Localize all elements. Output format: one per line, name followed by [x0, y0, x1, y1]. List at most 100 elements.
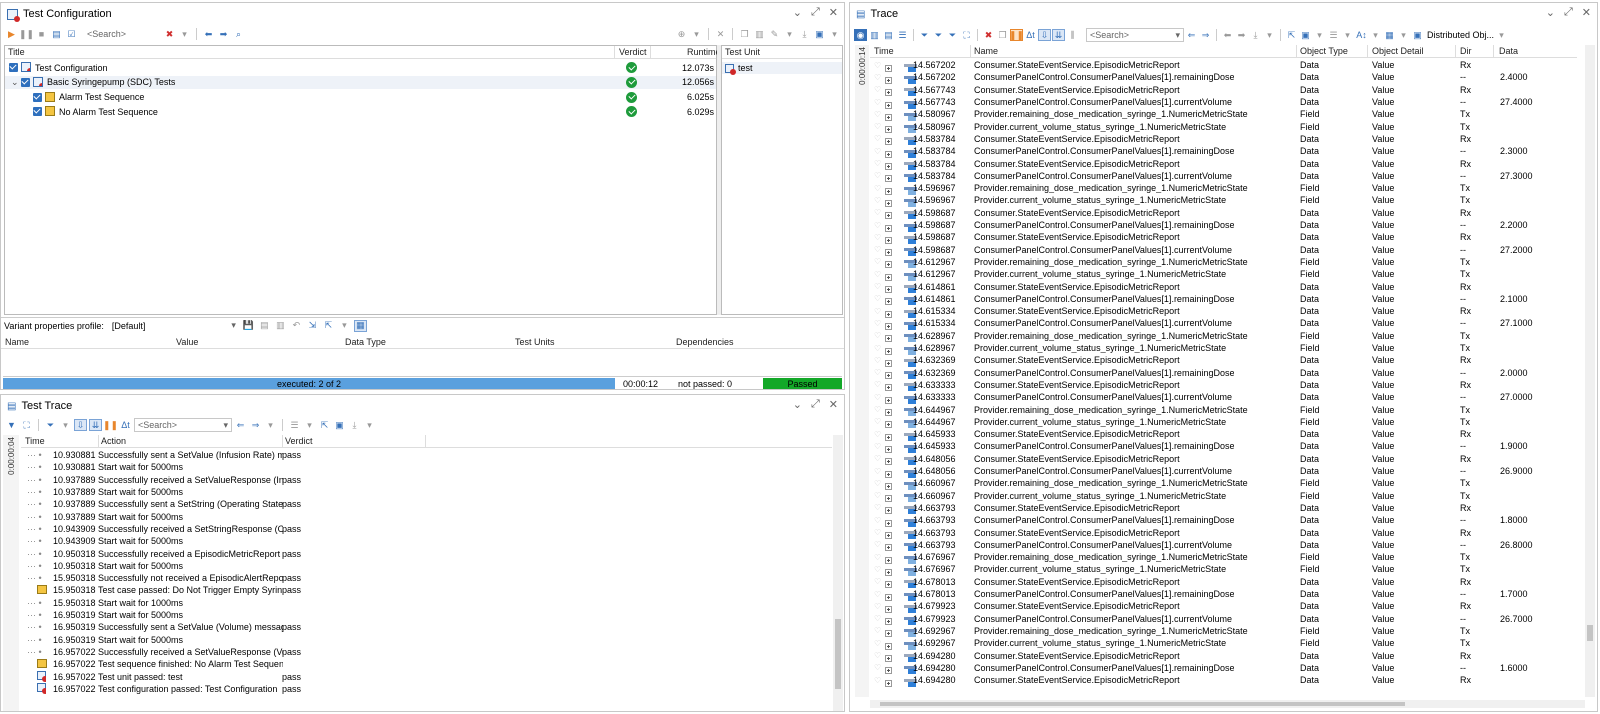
- download-icon[interactable]: ⤓: [798, 28, 811, 40]
- trace-row[interactable]: ♡ 14.615334 Consumer.StateEventService.Epi…: [870, 305, 1577, 318]
- variant-column-dependencies[interactable]: Dependencies: [676, 337, 734, 347]
- bookmark-heart-icon[interactable]: ♡: [874, 134, 881, 143]
- test-trace-row[interactable]: 16.957022 Test configuration passed: Test…: [21, 683, 832, 695]
- bookmark-heart-icon[interactable]: ♡: [874, 307, 881, 316]
- test-trace-row[interactable]: ··· • 16.950319 Successfully sent a SetVal…: [21, 621, 832, 633]
- test-trace-row[interactable]: ··· • 10.930881 Successfully sent a SetVal…: [21, 449, 832, 461]
- row-checkbox[interactable]: [33, 92, 42, 102]
- find-previous-icon[interactable]: ⇐: [234, 419, 247, 431]
- trace-row[interactable]: ♡ 14.678013 ConsumerPanelControl.ConsumerP…: [870, 588, 1577, 601]
- test-trace-row[interactable]: ··· • 10.930881 Start wait for 5000ms: [21, 461, 832, 473]
- chevron-down-icon[interactable]: ▾: [178, 28, 191, 40]
- variant-column-test-units[interactable]: Test Units: [515, 337, 555, 347]
- trace-row[interactable]: ♡ 14.583784 Consumer.StateEventService.Epi…: [870, 133, 1577, 146]
- trace-row[interactable]: ♡ 14.615334 ConsumerPanelControl.ConsumerP…: [870, 317, 1577, 330]
- row-checkbox[interactable]: [33, 107, 42, 117]
- trace-row[interactable]: ♡ 14.614861 ConsumerPanelControl.ConsumerP…: [870, 293, 1577, 306]
- bookmark-heart-icon[interactable]: ♡: [874, 368, 881, 377]
- test-trace-search-input[interactable]: <Search> ▾: [134, 418, 232, 432]
- test-trace-scrollbar-thumb[interactable]: [835, 619, 841, 689]
- column-dir[interactable]: Dir: [1460, 46, 1472, 56]
- trace-row[interactable]: ♡ 14.612967 Provider.remaining_dose_medica…: [870, 256, 1577, 269]
- chevron-down-icon[interactable]: ▾: [338, 320, 351, 332]
- layout-icon[interactable]: ▣: [333, 419, 346, 431]
- trace-row[interactable]: ♡ 14.583784 ConsumerPanelControl.ConsumerP…: [870, 145, 1577, 158]
- column-data[interactable]: Data: [1499, 46, 1518, 56]
- autoscroll-icon[interactable]: ⇊: [1052, 29, 1065, 41]
- trace-row[interactable]: ♡ 14.679923 ConsumerPanelControl.ConsumerP…: [870, 613, 1577, 626]
- trace-row[interactable]: ♡ 14.567743 ConsumerPanelControl.ConsumerP…: [870, 96, 1577, 109]
- bookmark-heart-icon[interactable]: ♡: [874, 294, 881, 303]
- column-object-detail[interactable]: Object Detail: [1372, 46, 1424, 56]
- close-icon[interactable]: ✕: [829, 6, 838, 19]
- bookmark-heart-icon[interactable]: ♡: [874, 184, 881, 193]
- trace-row[interactable]: ♡ 14.678013 Consumer.StateEventService.Epi…: [870, 576, 1577, 589]
- trace-row[interactable]: ♡ 14.583784 ConsumerPanelControl.ConsumerP…: [870, 170, 1577, 183]
- funnel-icon[interactable]: ⏷: [44, 419, 57, 431]
- trace-row[interactable]: ♡ 14.633333 Consumer.StateEventService.Epi…: [870, 379, 1577, 392]
- trace-row[interactable]: ♡ 14.612967 Provider.current_volume_status…: [870, 268, 1577, 281]
- column-verdict[interactable]: Verdict: [285, 436, 313, 446]
- chevron-down-icon[interactable]: ▾: [828, 28, 841, 40]
- test-tree-row[interactable]: ⌄ Basic Syringepump (SDC) Tests 12.056s: [5, 75, 716, 89]
- row-checkbox[interactable]: [21, 77, 30, 87]
- trace-row[interactable]: ♡ 14.648056 Consumer.StateEventService.Epi…: [870, 453, 1577, 466]
- bookmark-heart-icon[interactable]: ♡: [874, 639, 881, 648]
- view-mode-icon[interactable]: ◉: [854, 29, 867, 41]
- bookmark-heart-icon[interactable]: ♡: [874, 590, 881, 599]
- trace-row[interactable]: ♡ 14.644967 Provider.remaining_dose_medica…: [870, 403, 1577, 417]
- trace-row[interactable]: ♡ 14.660967 Provider.remaining_dose_medica…: [870, 477, 1577, 490]
- bookmark-heart-icon[interactable]: ♡: [874, 356, 881, 365]
- bookmark-heart-icon[interactable]: ♡: [874, 344, 881, 353]
- trace-row[interactable]: ♡ 14.596967 Provider.remaining_dose_medica…: [870, 182, 1577, 195]
- close-icon[interactable]: ✕: [829, 398, 838, 411]
- trace-row[interactable]: ♡ 14.614861 Consumer.StateEventService.Epi…: [870, 280, 1577, 294]
- trace-row[interactable]: ♡ 14.580967 Provider.remaining_dose_medica…: [870, 108, 1577, 121]
- trace-row[interactable]: ♡ 14.580967 Provider.current_volume_status…: [870, 121, 1577, 134]
- bookmark-heart-icon[interactable]: ♡: [874, 614, 881, 623]
- bookmark-heart-icon[interactable]: ♡: [874, 577, 881, 586]
- chevron-down-icon[interactable]: ▾: [690, 28, 703, 40]
- test-trace-row[interactable]: ··· • 10.937889 Start wait for 5000ms: [21, 486, 832, 498]
- test-trace-row[interactable]: 16.957022 Test unit passed: test pass: [21, 670, 832, 683]
- trace-row[interactable]: ♡ 14.679923 Consumer.StateEventService.Epi…: [870, 600, 1577, 613]
- trace-row[interactable]: ♡ 14.694280 Consumer.StateEventService.Epi…: [870, 649, 1577, 663]
- bookmark-heart-icon[interactable]: ♡: [874, 430, 881, 439]
- test-trace-row[interactable]: ··· • 16.957022 Successfully received a Se…: [21, 646, 832, 658]
- test-trace-row[interactable]: ··· • 15.950318 Start wait for 1000ms: [21, 597, 832, 609]
- bookmark-heart-icon[interactable]: ♡: [874, 270, 881, 279]
- bookmark-heart-icon[interactable]: ♡: [874, 393, 881, 402]
- trace-row[interactable]: ♡ 14.660967 Provider.current_volume_status…: [870, 490, 1577, 503]
- save-icon[interactable]: 💾: [242, 320, 255, 332]
- expand-plus-icon[interactable]: [885, 679, 892, 687]
- delete-icon[interactable]: ✕: [714, 28, 727, 40]
- trace-vertical-scrollbar[interactable]: [1585, 45, 1595, 697]
- download-icon[interactable]: ⤓: [1249, 29, 1262, 41]
- edit-icon[interactable]: ✎: [768, 28, 781, 40]
- chevron-down-icon[interactable]: ▾: [363, 419, 376, 431]
- trace-row[interactable]: ♡ 14.598687 ConsumerPanelControl.ConsumerP…: [870, 244, 1577, 257]
- row-checkbox[interactable]: [9, 63, 18, 72]
- scroll-lock-icon[interactable]: ⇩: [1038, 29, 1051, 41]
- column-time[interactable]: Time: [874, 46, 894, 56]
- import-icon[interactable]: ⇲: [306, 320, 319, 332]
- trace-row[interactable]: ♡ 14.694280 ConsumerPanelControl.ConsumerP…: [870, 662, 1577, 675]
- chevron-down-icon[interactable]: ⌄: [1546, 6, 1555, 19]
- chevron-down-icon[interactable]: ▾: [1313, 29, 1326, 41]
- bookmark-heart-icon[interactable]: ♡: [874, 196, 881, 205]
- trace-row[interactable]: ♡ 14.567202 Consumer.StateEventService.Epi…: [870, 59, 1577, 72]
- trace-row[interactable]: ♡ 14.632369 ConsumerPanelControl.ConsumerP…: [870, 367, 1577, 380]
- bookmark-heart-icon[interactable]: ♡: [874, 73, 881, 82]
- trace-row[interactable]: ♡ 14.633333 ConsumerPanelControl.ConsumerP…: [870, 391, 1577, 404]
- filter-edit-icon[interactable]: ⏷: [932, 29, 945, 41]
- find-next-icon[interactable]: ⇒: [249, 419, 262, 431]
- column-runtime[interactable]: Runtime: [687, 47, 721, 57]
- distributed-objects-icon[interactable]: ▣: [1411, 29, 1424, 41]
- column-test-unit[interactable]: Test Unit: [725, 47, 760, 57]
- trace-row[interactable]: ♡ 14.692967 Provider.remaining_dose_medica…: [870, 625, 1577, 638]
- chevron-down-icon[interactable]: ▾: [1369, 29, 1382, 41]
- bookmark-heart-icon[interactable]: ♡: [874, 257, 881, 266]
- bookmark-heart-icon[interactable]: ♡: [874, 528, 881, 537]
- chevron-expanded-icon[interactable]: ⌄: [11, 77, 19, 88]
- bookmark-heart-icon[interactable]: ♡: [874, 565, 881, 574]
